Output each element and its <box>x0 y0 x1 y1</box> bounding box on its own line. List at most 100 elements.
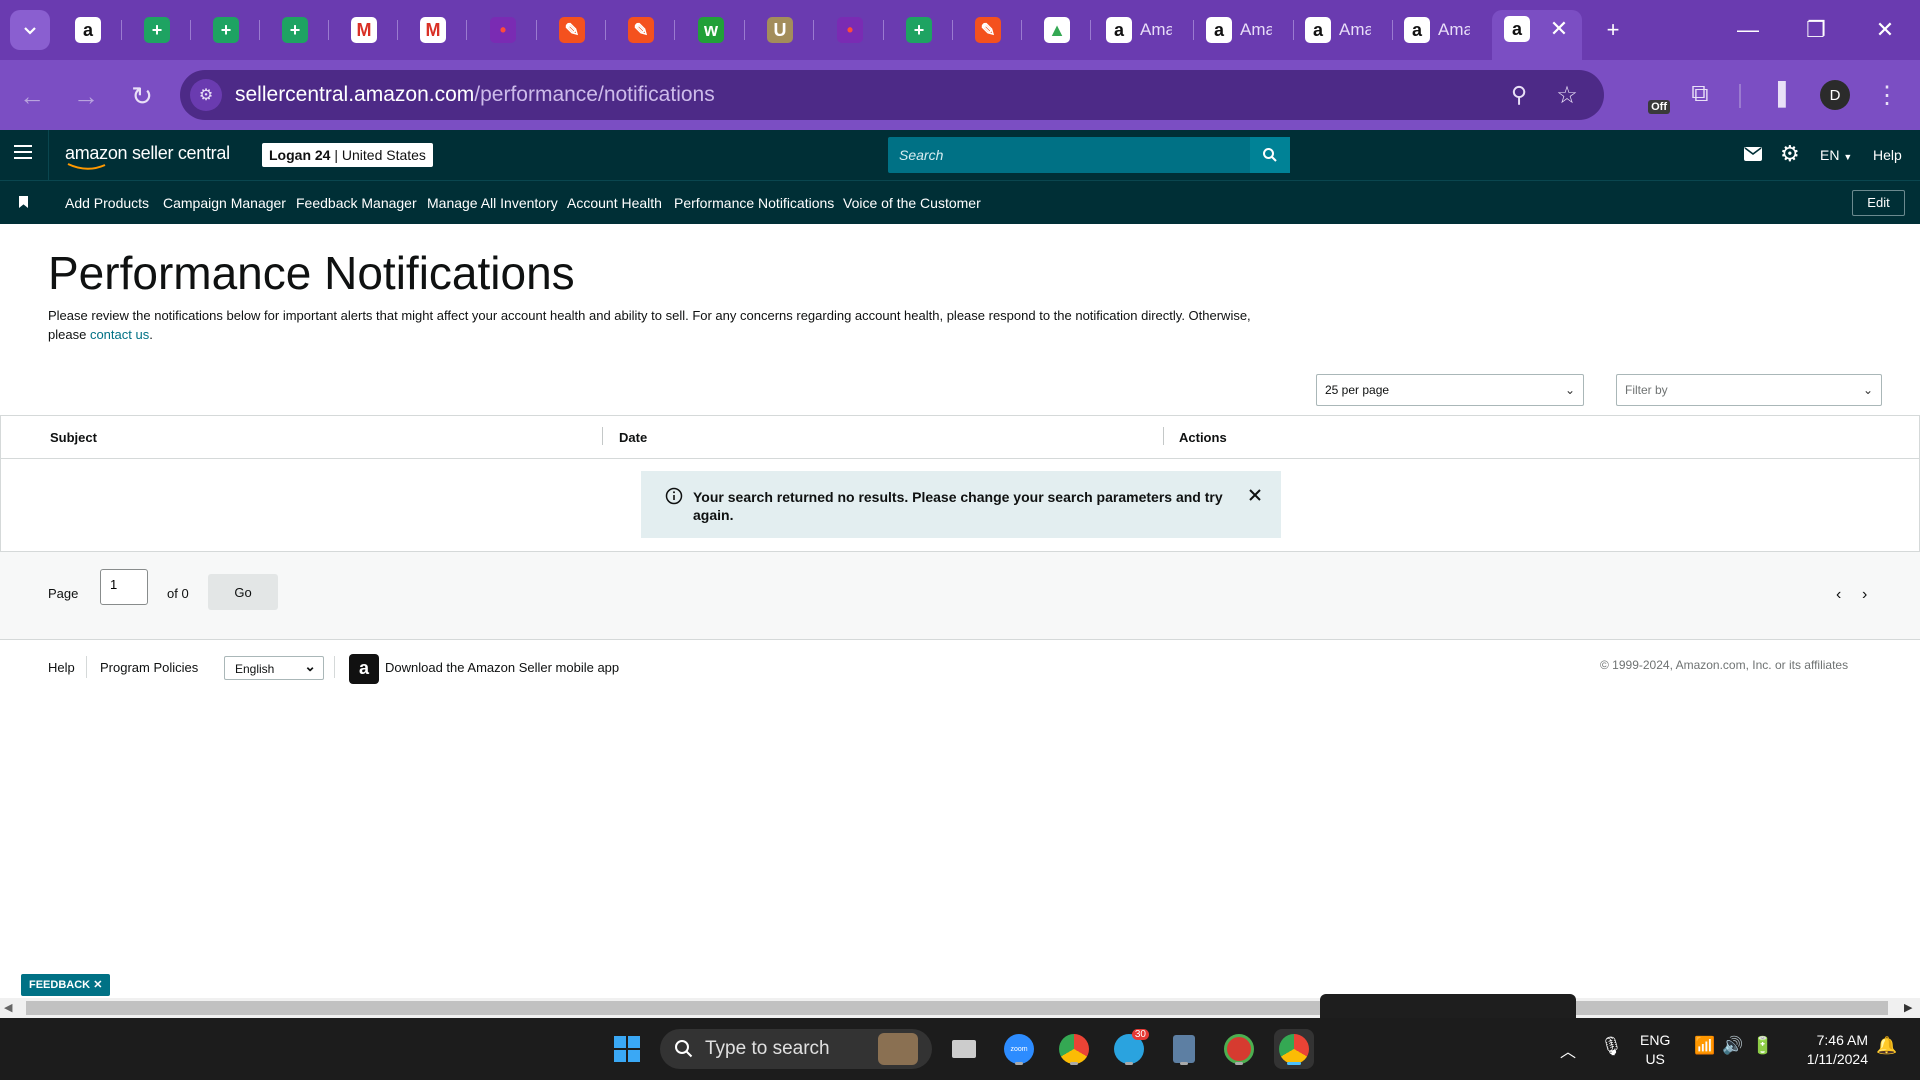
profile-avatar[interactable]: D <box>1820 80 1850 110</box>
browser-tab[interactable]: a Ama <box>1297 10 1387 50</box>
browser-tab[interactable]: a <box>66 10 110 50</box>
restore-button[interactable]: ❐ <box>1791 12 1841 48</box>
minimize-button[interactable]: — <box>1723 12 1773 48</box>
volume-icon[interactable]: 🔊 <box>1722 1036 1743 1056</box>
calculator-app-icon[interactable] <box>1164 1029 1204 1069</box>
horizontal-scrollbar[interactable]: ◀ ▶ <box>0 994 1920 1018</box>
tray-chevron-up-icon[interactable]: ︿ <box>1560 1038 1576 1062</box>
settings-gear-icon[interactable]: ⚙ <box>1780 141 1800 167</box>
clock[interactable]: 7:46 AM 1/11/2024 <box>1792 1031 1868 1069</box>
chrome-profile-app-icon[interactable] <box>1274 1029 1314 1069</box>
hamburger-menu-icon[interactable] <box>14 145 32 161</box>
column-actions: Actions <box>1179 430 1227 445</box>
browser-tab[interactable]: • <box>828 10 872 50</box>
bookmark-star-icon[interactable]: ☆ <box>1552 80 1582 110</box>
scrollbar-thumb[interactable] <box>26 1001 1888 1015</box>
nav-link[interactable]: Feedback Manager <box>296 195 417 211</box>
contact-us-link[interactable]: contact us <box>90 327 149 342</box>
tab-search-button[interactable] <box>10 10 50 50</box>
zoom-app-icon[interactable]: zoom <box>999 1029 1039 1069</box>
browser-tab[interactable]: ✎ <box>966 10 1010 50</box>
side-panel-icon[interactable]: ▐ <box>1760 76 1796 112</box>
browser-tab[interactable]: + <box>273 10 317 50</box>
browser-tab[interactable]: a Ama <box>1098 10 1188 50</box>
battery-icon[interactable]: 🔋 <box>1752 1036 1773 1056</box>
page-number-input[interactable]: 1 <box>100 569 148 605</box>
nav-link[interactable]: Account Health <box>567 195 662 211</box>
close-icon[interactable] <box>1248 488 1262 502</box>
close-icon[interactable]: ✕ <box>93 979 102 991</box>
nav-link[interactable]: Add Products <box>65 195 149 211</box>
go-button[interactable]: Go <box>208 574 278 610</box>
edit-nav-button[interactable]: Edit <box>1852 190 1905 216</box>
scroll-left-icon[interactable]: ◀ <box>4 1001 12 1014</box>
nav-link[interactable]: Campaign Manager <box>163 195 286 211</box>
microphone-icon[interactable]: 🎙 <box>1600 1036 1623 1057</box>
feedback-button[interactable]: FEEDBACK ✕ <box>21 974 111 996</box>
store-switcher[interactable]: Logan 24 | United States <box>262 143 433 167</box>
language-indicator[interactable]: ENG US <box>1640 1031 1670 1069</box>
footer-help-link[interactable]: Help <box>48 660 75 675</box>
chevron-down-icon <box>24 27 36 35</box>
menu-kebab-icon[interactable]: ⋮ <box>1872 78 1902 112</box>
extension-off-icon[interactable]: Off <box>1628 76 1670 116</box>
nav-link[interactable]: Performance Notifications <box>674 195 834 211</box>
browser-tab[interactable]: + <box>135 10 179 50</box>
prev-page-icon[interactable]: ‹ <box>1836 586 1841 604</box>
new-tab-button[interactable]: + <box>1588 12 1638 48</box>
site-info-icon[interactable]: ⚙ <box>190 79 222 111</box>
chrome-app-icon[interactable] <box>1054 1029 1094 1069</box>
tab-divider <box>1193 20 1194 40</box>
copyright: © 1999-2024, Amazon.com, Inc. or its aff… <box>1600 658 1849 672</box>
reload-icon[interactable]: ↻ <box>124 78 160 114</box>
checkmark-app-icon[interactable] <box>1219 1029 1259 1069</box>
taskbar-search-input[interactable]: Type to search <box>660 1029 932 1069</box>
task-view-icon[interactable] <box>944 1029 984 1069</box>
nav-link[interactable]: Voice of the Customer <box>843 195 981 211</box>
download-app-link[interactable]: Download the Amazon Seller mobile app <box>385 660 619 675</box>
scroll-right-icon[interactable]: ▶ <box>1904 1001 1912 1014</box>
language-selector[interactable]: EN ▼ <box>1820 147 1852 163</box>
address-bar[interactable]: ⚙ sellercentral.amazon.com/performance/n… <box>180 70 1604 120</box>
tab-divider <box>813 20 814 40</box>
close-tab-icon[interactable]: ✕ <box>1544 14 1574 44</box>
help-link[interactable]: Help <box>1873 147 1902 163</box>
search-icon <box>675 1040 693 1058</box>
forward-icon[interactable]: → <box>68 78 104 114</box>
browser-tab[interactable]: U <box>758 10 802 50</box>
wifi-icon[interactable]: 📶 <box>1694 1036 1715 1056</box>
zoom-icon[interactable]: ⚲ <box>1504 80 1534 110</box>
extensions-puzzle-icon[interactable]: ⧉ <box>1682 76 1718 112</box>
column-subject[interactable]: Subject <box>50 430 97 445</box>
per-page-select[interactable]: 25 per page ⌄ <box>1316 374 1584 406</box>
search-button[interactable] <box>1250 137 1290 173</box>
windows-start-icon[interactable] <box>607 1029 647 1069</box>
notifications-bell-icon[interactable]: 🔔 <box>1876 1036 1897 1056</box>
seller-central-logo[interactable]: amazon seller central <box>65 143 230 170</box>
browser-tab[interactable]: a Ama <box>1198 10 1288 50</box>
chevron-down-icon: ⌄ <box>1564 383 1575 397</box>
browser-tab[interactable]: ▲ <box>1035 10 1079 50</box>
filter-select[interactable]: Filter by ⌄ <box>1616 374 1882 406</box>
browser-tab[interactable]: M <box>411 10 455 50</box>
browser-tab[interactable]: ✎ <box>550 10 594 50</box>
active-tab[interactable]: a ✕ <box>1492 10 1582 60</box>
close-window-button[interactable]: ✕ <box>1860 12 1910 48</box>
browser-tab[interactable]: a Ama <box>1396 10 1486 50</box>
browser-tab[interactable]: ✎ <box>619 10 663 50</box>
back-icon[interactable]: ← <box>14 78 50 114</box>
browser-tab[interactable]: + <box>204 10 248 50</box>
telegram-app-icon[interactable]: 30 <box>1109 1029 1149 1069</box>
browser-tab[interactable]: + <box>897 10 941 50</box>
search-input[interactable]: Search <box>888 137 1250 173</box>
nav-link[interactable]: Manage All Inventory <box>427 195 558 211</box>
mail-icon[interactable] <box>1744 147 1762 161</box>
browser-tab[interactable]: • <box>481 10 525 50</box>
browser-tab[interactable]: M <box>342 10 386 50</box>
browser-tab[interactable]: w <box>689 10 733 50</box>
column-date[interactable]: Date <box>619 430 647 445</box>
program-policies-link[interactable]: Program Policies <box>100 660 198 675</box>
next-page-icon[interactable]: › <box>1862 586 1867 604</box>
footer-language-select[interactable]: English ⌄ <box>224 656 324 680</box>
bookmark-icon[interactable] <box>19 196 28 208</box>
